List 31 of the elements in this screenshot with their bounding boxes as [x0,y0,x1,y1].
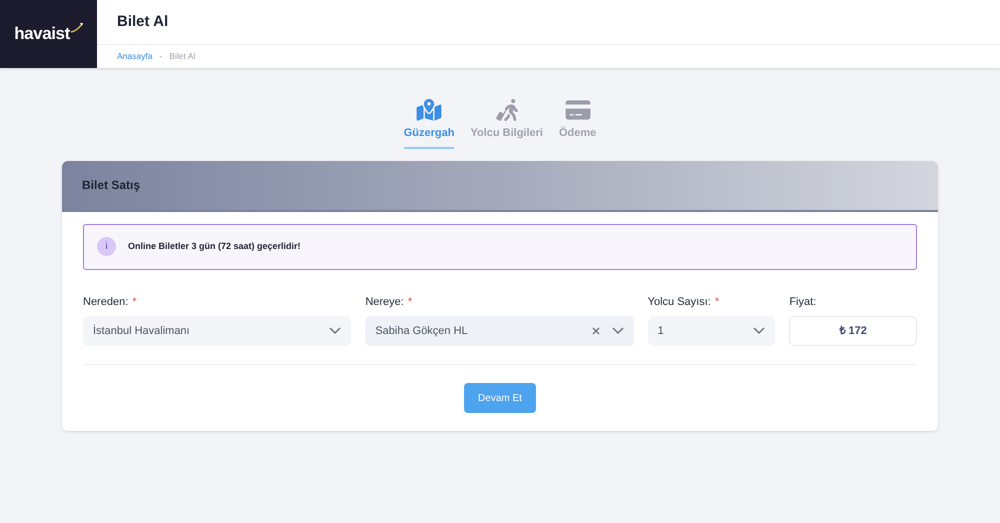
field-label: Nereden: [83,294,128,310]
step-tab[interactable]: Yolcu Bilgileri [470,99,543,148]
select-field[interactable]: Sabiha Gökçen HL [365,316,634,346]
field-label: Yolcu Sayısı: [648,294,711,310]
required-mark: * [714,294,720,310]
card-title: Bilet Satış [82,177,140,194]
price-display: ₺ 172 [789,316,917,346]
required-mark: * [132,294,137,310]
field-label: Fiyat: [789,294,816,310]
field-label: Nereye: [365,294,404,310]
info-icon: i [97,237,116,256]
credit-card-icon [564,99,591,121]
breadcrumb-separator: - [159,50,162,62]
breadcrumb-link[interactable]: Anasayfa [117,50,152,62]
logo[interactable]: havaist [0,0,97,68]
alert-text: Online Biletler 3 gün (72 saat) geçerlidir! [128,240,301,253]
map-icon [416,99,442,121]
continue-button[interactable]: Devam Et [464,383,536,413]
breadcrumb-current: Bilet Al [169,50,196,62]
select-field[interactable]: 1 [648,316,776,346]
page-title: Bilet Al [117,12,168,32]
chevron-down-icon [753,327,766,335]
required-mark: * [408,294,412,310]
chevron-down-icon [329,327,342,335]
step-tab[interactable]: Güzergah [404,99,454,148]
clear-icon[interactable] [592,327,600,335]
plane-swoosh-icon [70,23,83,33]
traveler-with-luggage-icon [494,99,520,121]
chevron-down-icon [612,327,624,335]
step-tab[interactable]: Ödeme [558,99,596,148]
select-field[interactable]: İstanbul Havalimanı [83,316,352,346]
